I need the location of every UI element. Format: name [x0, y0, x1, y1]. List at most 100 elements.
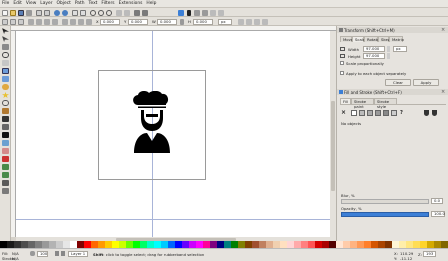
palette-swatch[interactable] [147, 241, 154, 248]
new-document-icon[interactable] [2, 9, 8, 16]
tab-matrix[interactable]: Matrix [389, 36, 404, 42]
lower-icon[interactable] [78, 18, 84, 25]
status-opacity-field[interactable]: 100 [37, 251, 48, 257]
measure-tool-icon[interactable] [2, 60, 9, 66]
palette-swatch[interactable] [385, 241, 392, 248]
menu-edit[interactable]: Edit [13, 1, 22, 6]
menu-text[interactable]: Text [89, 1, 98, 6]
lower-to-bottom-icon[interactable] [86, 18, 92, 25]
palette-swatch[interactable] [315, 241, 322, 248]
linear-gradient-icon[interactable] [359, 110, 365, 116]
palette-swatch[interactable] [203, 241, 210, 248]
layer-visibility-icon[interactable] [55, 251, 59, 256]
fill-rule-nonzero-icon[interactable] [432, 110, 437, 116]
pen-tool-icon[interactable] [2, 116, 9, 122]
y-field[interactable]: 0.000 [128, 18, 148, 25]
palette-swatch[interactable] [168, 241, 175, 248]
rotate-ccw-icon[interactable] [28, 18, 34, 25]
palette-swatch[interactable] [413, 241, 420, 248]
palette-swatch[interactable] [301, 241, 308, 248]
apply-separately-checkbox[interactable] [340, 71, 344, 75]
palette-swatch[interactable] [70, 241, 77, 248]
redo-icon[interactable] [62, 9, 68, 16]
palette-swatch[interactable] [14, 241, 21, 248]
calligraphy-tool-icon[interactable] [2, 124, 9, 130]
opacity-slider[interactable] [341, 212, 429, 217]
palette-swatch[interactable] [105, 241, 112, 248]
zoom-selection-icon[interactable] [90, 9, 96, 16]
3d-box-tool-icon[interactable] [2, 76, 9, 82]
height-field[interactable]: 97.000 [363, 53, 385, 59]
palette-swatch[interactable] [343, 241, 350, 248]
palette-swatch[interactable] [252, 241, 259, 248]
menu-layer[interactable]: Layer [40, 1, 52, 6]
fill-rule-evenodd-icon[interactable] [424, 110, 429, 116]
palette-swatch[interactable] [56, 241, 63, 248]
palette-swatch[interactable] [420, 241, 427, 248]
palette-swatch[interactable] [210, 241, 217, 248]
palette-swatch[interactable] [399, 241, 406, 248]
spiral-tool-icon[interactable] [2, 100, 9, 106]
pencil-tool-icon[interactable] [2, 108, 9, 114]
palette-swatch[interactable] [357, 241, 364, 248]
vertical-scroll-thumb[interactable] [331, 101, 335, 191]
palette-swatch[interactable] [42, 241, 49, 248]
move-patterns-icon[interactable] [262, 18, 268, 25]
palette-swatch[interactable] [329, 241, 336, 248]
blur-field[interactable]: 0.0 [431, 198, 443, 204]
palette-swatch[interactable] [161, 241, 168, 248]
select-all-icon[interactable] [2, 18, 8, 25]
palette-swatch[interactable] [287, 241, 294, 248]
pattern-icon[interactable] [383, 110, 389, 116]
raise-to-top-icon[interactable] [62, 18, 68, 25]
width-field[interactable]: 97.000 [363, 46, 385, 52]
apply-button[interactable]: Apply [413, 79, 439, 86]
preferences-icon[interactable] [210, 9, 216, 16]
palette-swatch[interactable] [7, 241, 14, 248]
blur-slider[interactable] [341, 199, 429, 204]
zoom-field[interactable]: 193 [423, 251, 436, 257]
layer-lock-icon[interactable] [61, 251, 65, 256]
fill-stroke-icon[interactable] [178, 9, 184, 16]
tab-scale[interactable]: Scale [352, 36, 365, 42]
ellipse-tool-icon[interactable] [2, 84, 9, 90]
palette-swatch[interactable] [98, 241, 105, 248]
lock-icon[interactable] [180, 18, 184, 25]
raise-icon[interactable] [70, 18, 76, 25]
selector-tool-icon[interactable] [2, 28, 9, 34]
rotate-cw-icon[interactable] [36, 18, 42, 25]
palette-swatch[interactable] [189, 241, 196, 248]
palette-swatch[interactable] [308, 241, 315, 248]
tab-rotate[interactable]: Rotate [364, 36, 379, 42]
palette-swatch[interactable] [140, 241, 147, 248]
menu-object[interactable]: Object [57, 1, 71, 6]
palette-swatch[interactable] [35, 241, 42, 248]
select-all-layers-icon[interactable] [10, 18, 16, 25]
deselect-icon[interactable] [18, 18, 24, 25]
palette-swatch[interactable] [63, 241, 70, 248]
undo-icon[interactable] [54, 9, 60, 16]
unit-select[interactable]: px [393, 46, 407, 52]
palette-swatch[interactable] [322, 241, 329, 248]
menu-help[interactable]: Help [146, 1, 156, 6]
scale-stroke-icon[interactable] [238, 18, 244, 25]
no-paint-icon[interactable]: × [341, 109, 346, 116]
text-font-icon[interactable] [187, 9, 191, 16]
unit-select[interactable]: px [218, 18, 232, 25]
zoom-tool-icon[interactable] [2, 52, 9, 58]
palette-swatch[interactable] [133, 241, 140, 248]
palette-swatch[interactable] [112, 241, 119, 248]
palette-swatch[interactable] [266, 241, 273, 248]
palette-swatch[interactable] [217, 241, 224, 248]
tab-skew[interactable]: Skew [378, 36, 391, 42]
import-icon[interactable] [36, 9, 42, 16]
menu-filters[interactable]: Filters [101, 1, 114, 6]
close-icon[interactable]: × [441, 89, 446, 95]
document-properties-icon[interactable] [218, 9, 224, 16]
node-tool-icon[interactable] [2, 36, 9, 42]
flat-color-icon[interactable] [351, 110, 357, 116]
palette-swatch[interactable] [154, 241, 161, 248]
move-gradients-icon[interactable] [254, 18, 260, 25]
scale-corners-icon[interactable] [246, 18, 252, 25]
drawing-canvas[interactable] [16, 31, 330, 237]
